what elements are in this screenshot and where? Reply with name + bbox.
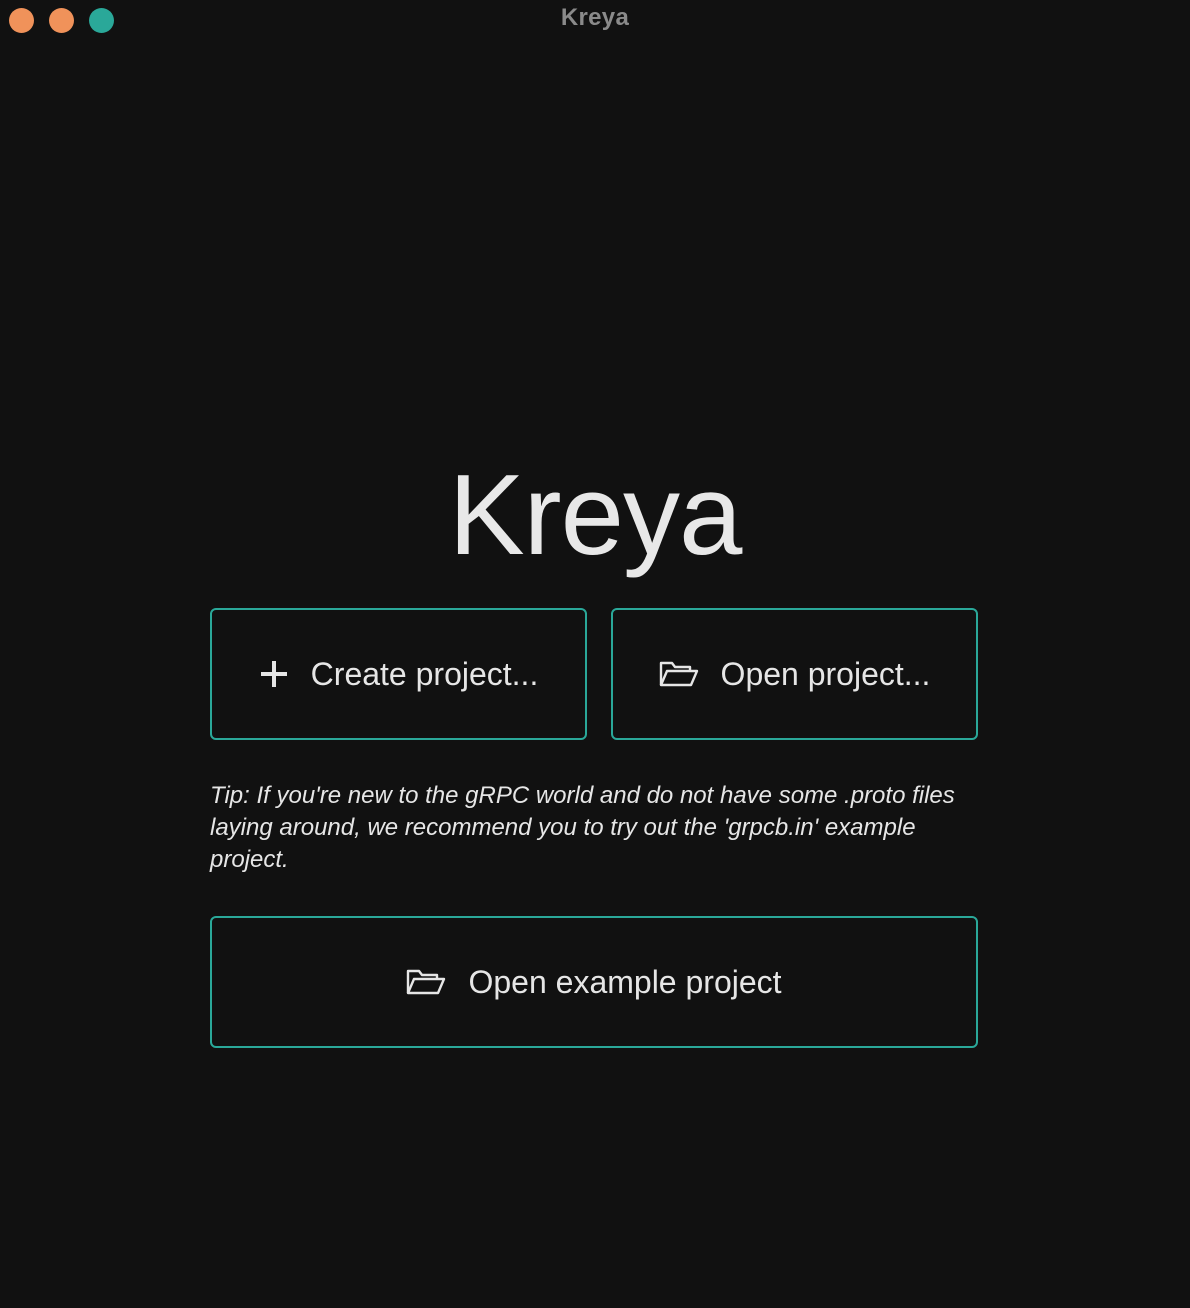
open-project-button[interactable]: Open project...	[611, 608, 978, 740]
open-project-label: Open project...	[720, 655, 931, 692]
tip-text: Tip: If you're new to the gRPC world and…	[210, 782, 955, 873]
folder-open-icon	[659, 660, 699, 688]
open-example-project-label: Open example project	[468, 963, 782, 1000]
plus-icon	[259, 659, 289, 689]
create-project-label: Create project...	[310, 655, 539, 692]
app-window: Kreya Kreya Create project... Open proje…	[0, 0, 1190, 1308]
title-bar: Kreya	[0, 0, 1190, 40]
app-title: Kreya	[448, 452, 743, 579]
window-title: Kreya	[560, 4, 630, 31]
folder-open-icon	[406, 968, 446, 996]
open-example-project-button[interactable]: Open example project	[210, 916, 978, 1048]
create-project-button[interactable]: Create project...	[210, 608, 587, 740]
